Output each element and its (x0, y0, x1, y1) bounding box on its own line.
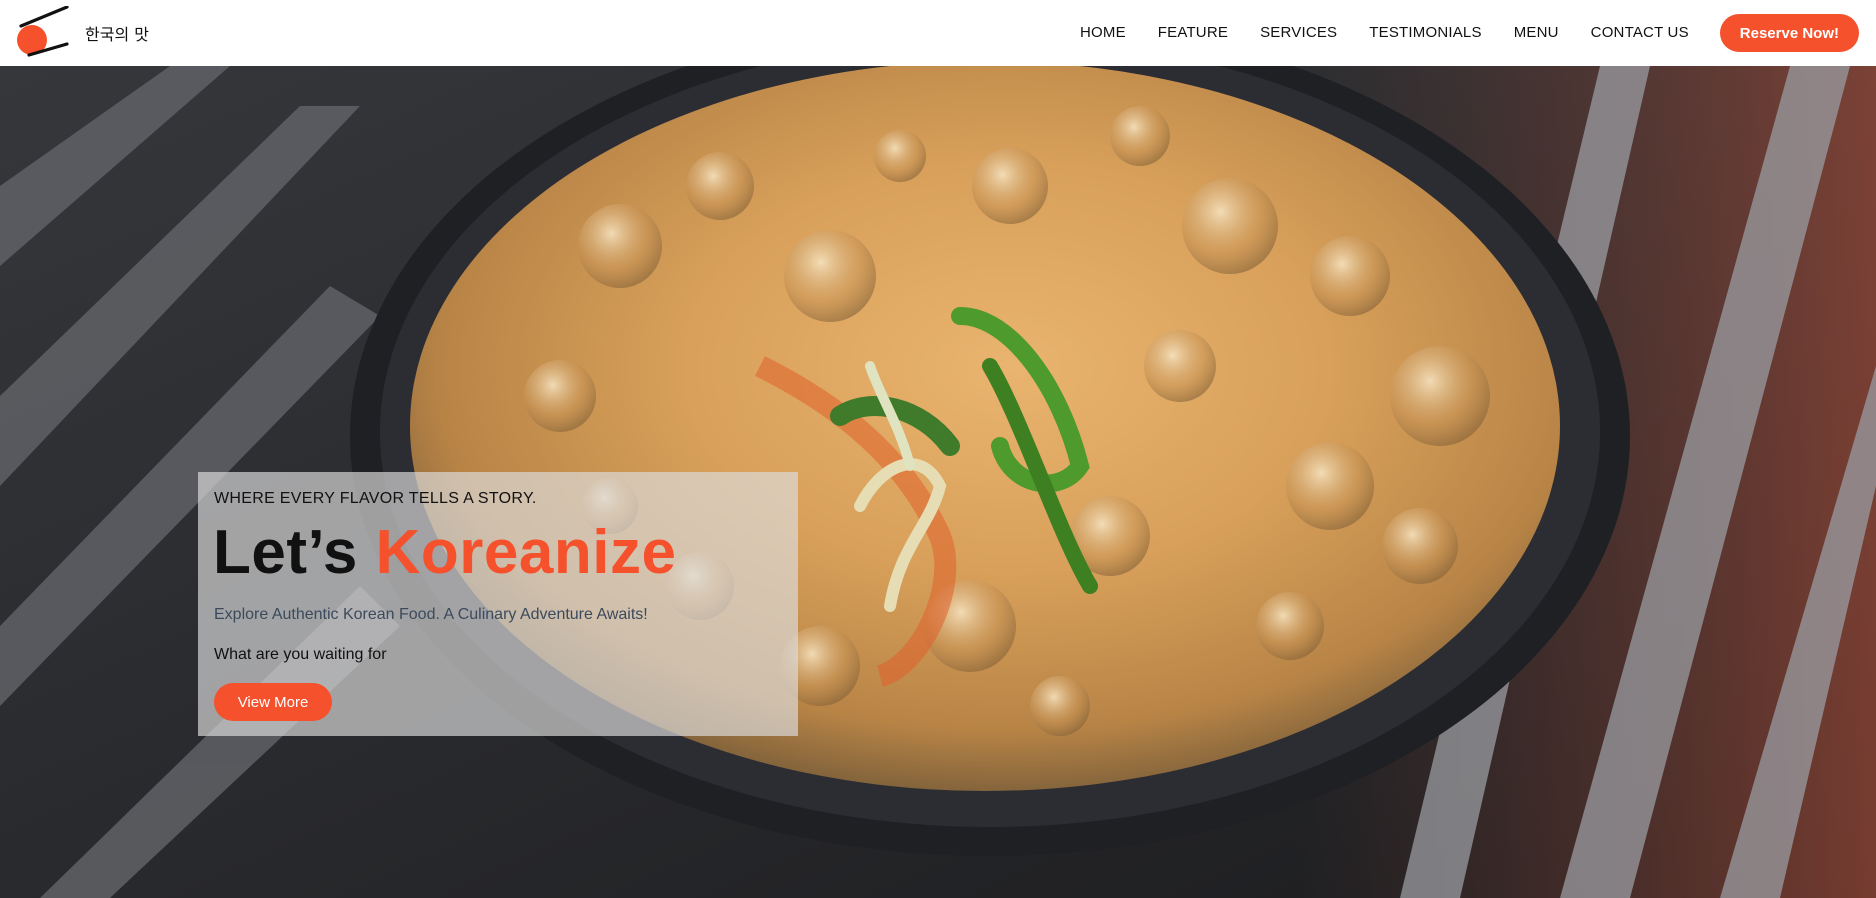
hero-headline: Let’s Koreanize (213, 522, 676, 584)
hero-section: WHERE EVERY FLAVOR TELLS A STORY. Let’s … (0, 66, 1876, 898)
nav-link-home[interactable]: HOME (1080, 24, 1126, 41)
navbar: 한국의 맛 HOME FEATURE SERVICES TESTIMONIALS… (0, 0, 1876, 66)
nav-link-contact-us[interactable]: CONTACT US (1591, 24, 1689, 41)
nav-links: HOME FEATURE SERVICES TESTIMONIALS MENU … (1064, 24, 1705, 42)
circle-with-chopsticks-logo (17, 6, 69, 57)
nav-link-testimonials[interactable]: TESTIMONIALS (1369, 24, 1481, 41)
nav-link-feature[interactable]: FEATURE (1158, 24, 1228, 41)
brand-name: 한국의 맛 (85, 25, 149, 44)
hero-tagline: WHERE EVERY FLAVOR TELLS A STORY. (214, 490, 537, 507)
reserve-now-button[interactable]: Reserve Now! (1719, 14, 1859, 52)
hero-text-card: WHERE EVERY FLAVOR TELLS A STORY. Let’s … (198, 472, 798, 736)
hero-question: What are you waiting for (214, 646, 387, 663)
nav-right: HOME FEATURE SERVICES TESTIMONIALS MENU … (1064, 14, 1859, 52)
page: 한국의 맛 HOME FEATURE SERVICES TESTIMONIALS… (0, 0, 1876, 898)
hero-subtext: Explore Authentic Korean Food. A Culinar… (214, 606, 648, 623)
headline-accent: Koreanize (375, 518, 677, 587)
headline-prefix: Let’s (213, 518, 376, 587)
nav-link-services[interactable]: SERVICES (1260, 24, 1337, 41)
brand-home-link[interactable]: 한국의 맛 (17, 6, 149, 60)
view-more-button[interactable]: View More (214, 683, 332, 721)
nav-link-menu[interactable]: MENU (1514, 24, 1559, 41)
